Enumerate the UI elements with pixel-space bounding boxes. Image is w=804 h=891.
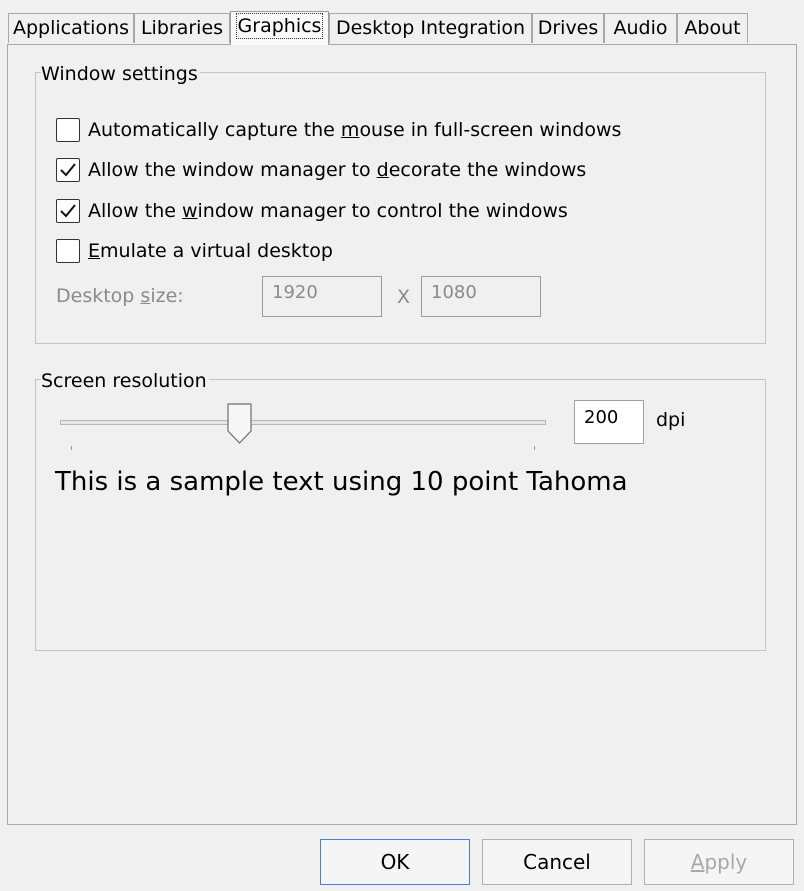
checkbox-box[interactable] xyxy=(56,199,80,223)
tab-label: Libraries xyxy=(140,17,224,39)
dpi-slider-thumb[interactable] xyxy=(227,403,252,444)
tab-audio[interactable]: Audio xyxy=(604,13,677,43)
checkbox-box[interactable] xyxy=(56,239,80,263)
desktop-size-label: Desktop size: xyxy=(56,285,184,307)
decorate-windows-checkbox[interactable]: Allow the window manager to decorate the… xyxy=(56,158,586,182)
desktop-size-separator: X xyxy=(397,286,411,308)
ok-button[interactable]: OK xyxy=(320,839,470,885)
tab-label: Applications xyxy=(12,17,130,39)
desktop-width-field[interactable]: 1920 xyxy=(262,276,382,317)
tab-about[interactable]: About xyxy=(677,13,748,43)
slider-tick xyxy=(71,446,72,450)
tab-applications[interactable]: Applications xyxy=(8,13,134,43)
window-settings-title: Window settings xyxy=(41,63,200,85)
check-icon xyxy=(60,204,76,218)
tab-libraries[interactable]: Libraries xyxy=(134,13,230,43)
tab-desktop-integration[interactable]: Desktop Integration xyxy=(329,13,532,43)
tab-label: About xyxy=(684,17,741,39)
control-windows-label: Allow the window manager to control the … xyxy=(88,200,568,222)
checkbox-box[interactable] xyxy=(56,158,80,182)
apply-button[interactable]: Apply xyxy=(644,839,794,885)
capture-mouse-label: Automatically capture the mouse in full-… xyxy=(88,119,622,141)
desktop-height-field[interactable]: 1080 xyxy=(421,276,541,317)
check-icon xyxy=(60,163,76,177)
capture-mouse-checkbox[interactable]: Automatically capture the mouse in full-… xyxy=(56,118,621,142)
slider-tick xyxy=(534,446,535,450)
tab-drives[interactable]: Drives xyxy=(532,13,604,43)
tab-label: Drives xyxy=(537,17,599,39)
dpi-input[interactable]: 200 xyxy=(574,400,644,444)
dpi-slider-track[interactable] xyxy=(60,420,546,425)
screen-resolution-title: Screen resolution xyxy=(41,370,209,392)
dpi-unit-label: dpi xyxy=(656,409,686,431)
virtual-desktop-label: Emulate a virtual desktop xyxy=(88,240,333,262)
control-windows-checkbox[interactable]: Allow the window manager to control the … xyxy=(56,199,568,223)
tab-graphics[interactable]: Graphics xyxy=(230,11,329,45)
checkbox-box[interactable] xyxy=(56,118,80,142)
decorate-windows-label: Allow the window manager to decorate the… xyxy=(88,159,587,181)
sample-text: This is a sample text using 10 point Tah… xyxy=(55,467,628,497)
tab-label: Desktop Integration xyxy=(335,17,526,39)
virtual-desktop-checkbox[interactable]: Emulate a virtual desktop xyxy=(56,239,333,263)
cancel-button[interactable]: Cancel xyxy=(482,839,632,885)
tab-label: Graphics xyxy=(235,13,324,39)
tab-label: Audio xyxy=(613,17,668,39)
